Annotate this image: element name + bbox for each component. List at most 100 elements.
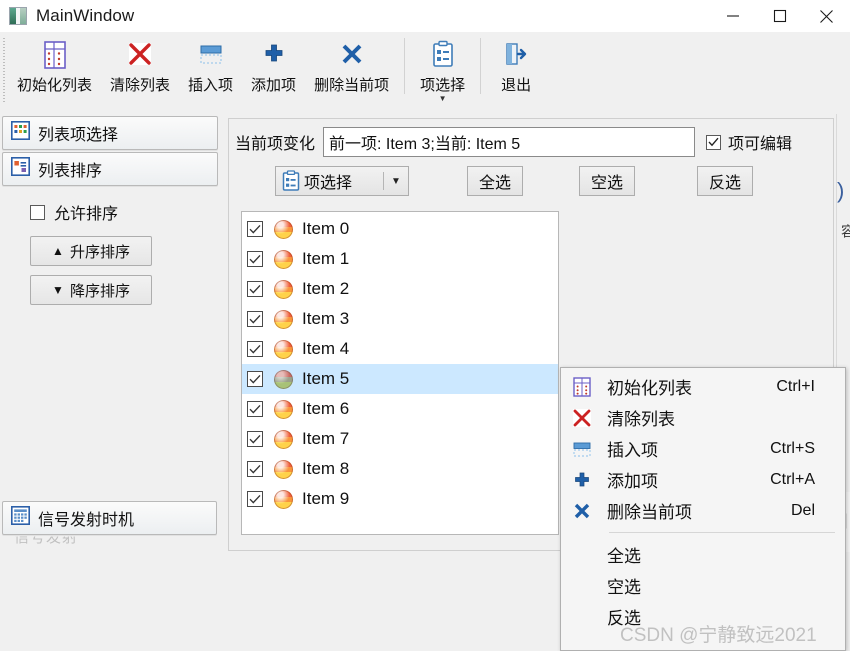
- toolbar-label: 退出: [501, 77, 532, 94]
- select-none-button[interactable]: 空选: [579, 166, 635, 196]
- sidebar-item-list-sort[interactable]: 列表排序: [2, 152, 218, 186]
- toolbar-label: 初始化列表: [17, 77, 93, 94]
- current-item-changed-label: 当前项变化: [235, 136, 316, 153]
- list-item[interactable]: Item 1: [242, 244, 558, 274]
- item-editable-checkbox[interactable]: [706, 134, 722, 150]
- triangle-down-icon: ▼: [52, 283, 64, 297]
- sort-descending-label: 降序排序: [69, 282, 130, 300]
- list-item[interactable]: Item 2: [242, 274, 558, 304]
- toolbar-button-exit[interactable]: 退出: [487, 32, 545, 95]
- list-item-checkbox[interactable]: [247, 311, 263, 327]
- sidebar-footer-label: 信号发射时机: [38, 512, 135, 529]
- item-select-icon: [281, 170, 301, 192]
- menu-item-label: 插入项: [607, 441, 658, 460]
- sidebar-item-signal-timing[interactable]: 信号发射时机: [2, 501, 217, 535]
- item-editable-label: 项可编辑: [728, 136, 793, 153]
- list-item[interactable]: Item 6: [242, 394, 558, 424]
- menu-item[interactable]: 插入项 Ctrl+S: [561, 433, 845, 464]
- select-none-label: 空选: [590, 175, 623, 192]
- list-item-checkbox[interactable]: [247, 251, 263, 267]
- window-controls: [709, 0, 850, 32]
- toolbar-separator: [480, 38, 482, 94]
- chevron-down-icon[interactable]: ▼: [439, 95, 447, 103]
- list-item-bullet-icon: [274, 219, 293, 239]
- list-item-checkbox[interactable]: [247, 341, 263, 357]
- item-editable-checkbox-row[interactable]: 项可编辑: [706, 130, 792, 154]
- signal-timing-icon: [11, 506, 30, 530]
- init-list-icon: [569, 376, 595, 398]
- allow-sort-checkbox-row[interactable]: 允许排序: [30, 200, 220, 224]
- chevron-down-icon[interactable]: ▼: [384, 176, 408, 187]
- list-item-checkbox[interactable]: [247, 281, 263, 297]
- menu-item[interactable]: 添加项 Ctrl+A: [561, 464, 845, 495]
- list-item-checkbox[interactable]: [247, 491, 263, 507]
- menu-item[interactable]: 全选: [561, 539, 845, 570]
- context-menu[interactable]: 初始化列表 Ctrl+I 清除列表插入项 Ctrl+S 添加项 Ctrl+A 删除当前项 De…: [560, 367, 846, 651]
- sidebar: 列表项选择 列表排序 允许排序 ▲ 升序排序 ▼ 降序排序 信号发射 信号发射时…: [0, 114, 220, 551]
- list-item-select-icon: [11, 121, 30, 145]
- menu-item-shortcut: Ctrl+S: [770, 439, 815, 457]
- sort-ascending-button[interactable]: ▲ 升序排序: [30, 236, 152, 266]
- select-all-button[interactable]: 全选: [467, 166, 523, 196]
- list-item-checkbox[interactable]: [247, 431, 263, 447]
- item-select-combobox[interactable]: 项选择 ▼: [275, 166, 409, 196]
- list-item-bullet-icon: [274, 399, 293, 419]
- toolbar-grip[interactable]: [0, 35, 8, 107]
- menu-item[interactable]: 删除当前项 Del: [561, 495, 845, 526]
- maximize-icon[interactable]: [756, 0, 803, 32]
- invert-selection-label: 反选: [708, 175, 741, 192]
- list-item-checkbox[interactable]: [247, 401, 263, 417]
- toolbar-button-delete-current-item[interactable]: 删除当前项: [305, 32, 398, 95]
- toolbar-button-init-list[interactable]: 初始化列表: [8, 32, 101, 95]
- add-item-icon: [569, 469, 595, 491]
- list-item-label: Item 2: [302, 279, 350, 298]
- list-item[interactable]: Item 9: [242, 484, 558, 514]
- list-item-label: Item 7: [302, 429, 350, 448]
- list-item-label: Item 0: [302, 219, 350, 238]
- toolbar-button-item-select[interactable]: 项选择 ▼: [411, 32, 474, 103]
- menu-item[interactable]: 反选: [561, 601, 845, 632]
- close-icon[interactable]: [803, 0, 850, 32]
- list-item[interactable]: Item 3: [242, 304, 558, 334]
- allow-sort-label: 允许排序: [54, 206, 119, 223]
- selection-actions-row: 项选择 ▼ 全选 空选 反选: [229, 157, 833, 196]
- toolbar-label: 插入项: [188, 77, 234, 94]
- list-item[interactable]: Item 0: [242, 214, 558, 244]
- minimize-icon[interactable]: [709, 0, 756, 32]
- triangle-up-icon: ▲: [52, 244, 64, 258]
- toolbar-button-insert-item[interactable]: 插入项: [179, 32, 242, 95]
- list-item-bullet-icon: [274, 429, 293, 449]
- item-list[interactable]: Item 0 Item 1 Item 2 Item 3 Item 4 Item 5 Item…: [241, 211, 559, 535]
- menu-separator: [609, 532, 835, 533]
- menu-item-label: 空选: [607, 578, 641, 597]
- insert-item-icon: [569, 438, 595, 460]
- invert-selection-button[interactable]: 反选: [697, 166, 753, 196]
- main-window: MainWindow 初始化列表 清除列表 插入项 添加项 删除当前项 项选择 …: [0, 0, 850, 651]
- menu-item[interactable]: 清除列表: [561, 402, 845, 433]
- menu-item-label: 清除列表: [607, 410, 675, 429]
- menu-item[interactable]: 初始化列表 Ctrl+I: [561, 371, 845, 402]
- list-item-label: Item 3: [302, 309, 350, 328]
- toolbar-button-clear-list[interactable]: 清除列表: [101, 32, 179, 95]
- list-sort-icon: [11, 157, 30, 181]
- list-item-checkbox[interactable]: [247, 461, 263, 477]
- list-item[interactable]: Item 8: [242, 454, 558, 484]
- list-item[interactable]: Item 5: [242, 364, 558, 394]
- toolbar-button-add-item[interactable]: 添加项: [242, 32, 305, 95]
- list-item[interactable]: Item 7: [242, 424, 558, 454]
- sort-ascending-label: 升序排序: [69, 243, 130, 261]
- menu-item-label: 添加项: [607, 472, 658, 491]
- list-item[interactable]: Item 4: [242, 334, 558, 364]
- sidebar-item-list-item-select[interactable]: 列表项选择: [2, 116, 218, 150]
- sort-descending-button[interactable]: ▼ 降序排序: [30, 275, 152, 305]
- toolbar: 初始化列表 清除列表 插入项 添加项 删除当前项 项选择 ▼ 退出: [0, 32, 850, 114]
- current-item-changed-input[interactable]: 前一项: Item 3;当前: Item 5: [323, 127, 696, 157]
- init-list-icon: [42, 38, 68, 72]
- list-item-label: Item 1: [302, 249, 350, 268]
- menu-item[interactable]: 空选: [561, 570, 845, 601]
- list-item-checkbox[interactable]: [247, 221, 263, 237]
- toolbar-label: 添加项: [251, 77, 297, 94]
- allow-sort-checkbox[interactable]: [30, 204, 45, 220]
- list-item-bullet-icon: [274, 279, 293, 299]
- list-item-checkbox[interactable]: [247, 371, 263, 387]
